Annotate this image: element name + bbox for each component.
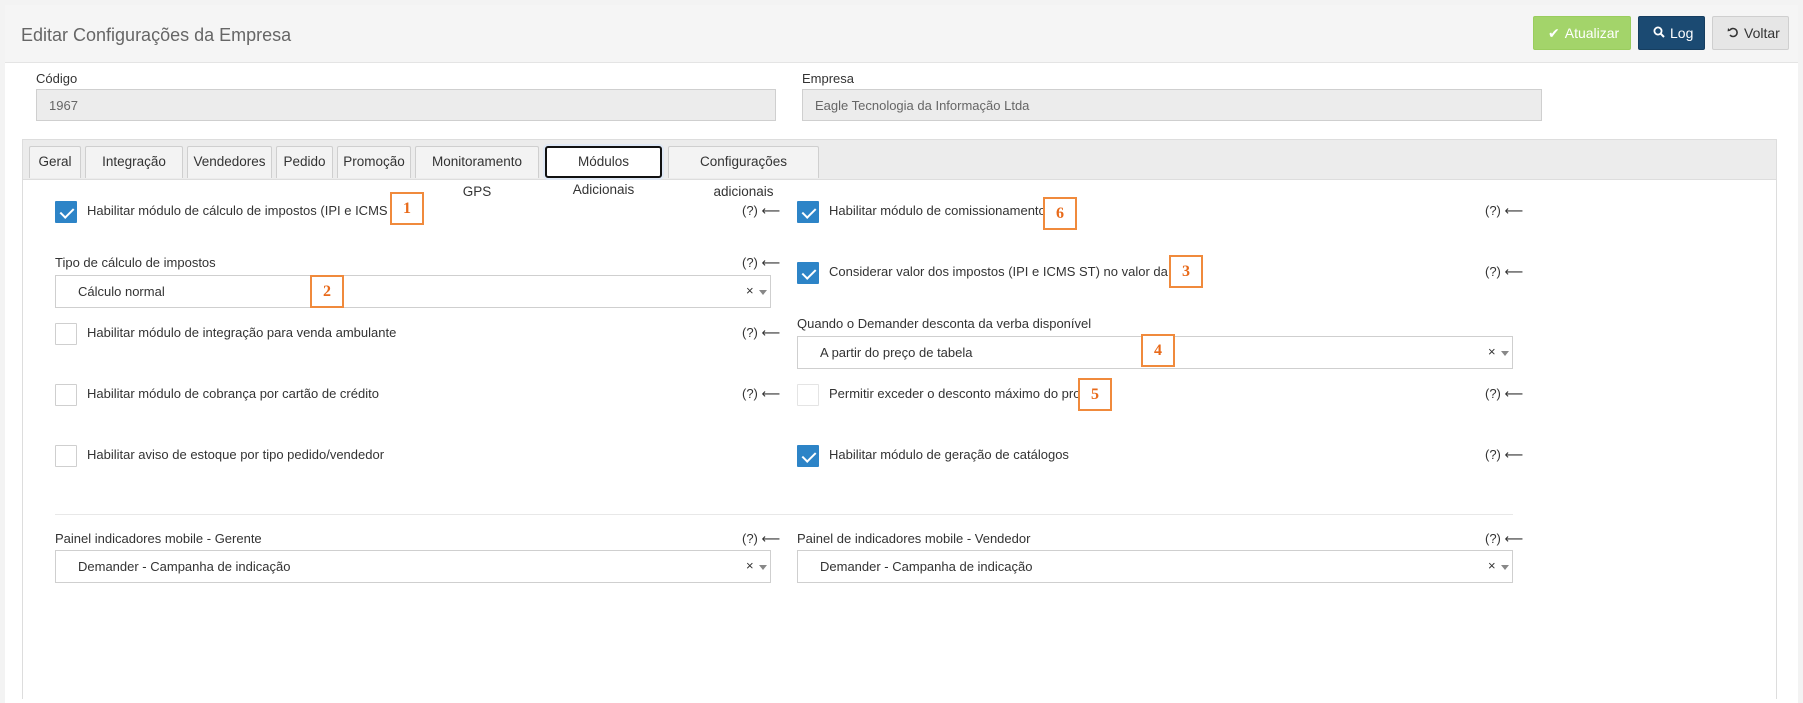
manager-panel-value: Demander - Campanha de indicação <box>78 559 291 574</box>
commission-label: Habilitar módulo de comissionamento <box>829 203 1046 218</box>
exceed-discount-label: Permitir exceder o desconto máximo do pr… <box>829 386 1106 401</box>
stock-warning-checkbox[interactable] <box>55 445 77 467</box>
street-sale-checkbox[interactable] <box>55 323 77 345</box>
page-header: Editar Configurações da Empresa ✔ Atuali… <box>5 5 1798 63</box>
stock-warning-label: Habilitar aviso de estoque por tipo pedi… <box>87 447 385 462</box>
catalogs-label: Habilitar módulo de geração de catálogos <box>829 447 1069 462</box>
street-sale-label: Habilitar módulo de integração para vend… <box>87 325 397 340</box>
credit-card-checkbox[interactable] <box>55 384 77 406</box>
annotation-6: 6 <box>1043 197 1077 230</box>
annotation-1: 1 <box>390 192 424 225</box>
help-manager-panel[interactable]: (?) ⟵ <box>742 531 780 547</box>
tab-bar: Geral Integração Vendedores Pedido Promo… <box>23 140 1776 199</box>
tab-geral[interactable]: Geral <box>29 146 81 178</box>
tax-type-value: Cálculo normal <box>78 284 165 299</box>
clear-icon[interactable]: × <box>746 283 754 298</box>
clear-icon[interactable]: × <box>1488 558 1496 573</box>
tab-promocao[interactable]: Promoção <box>337 146 411 178</box>
page-title: Editar Configurações da Empresa <box>21 25 292 45</box>
chevron-down-icon <box>759 565 767 570</box>
code-label: Código <box>36 71 78 86</box>
tax-module-checkbox[interactable] <box>55 201 77 223</box>
seller-panel-label: Painel de indicadores mobile - Vendedor <box>797 531 1031 546</box>
tax-module-label: Habilitar módulo de cálculo de impostos … <box>87 203 413 218</box>
help-credit-card[interactable]: (?) ⟵ <box>742 386 780 402</box>
tabs-container: Geral Integração Vendedores Pedido Promo… <box>22 139 1777 699</box>
tab-pedido[interactable]: Pedido <box>276 146 333 178</box>
help-tax-goal[interactable]: (?) ⟵ <box>1485 264 1523 280</box>
tab-modulos-adicionais[interactable]: Módulos Adicionais <box>545 146 662 197</box>
seller-panel-select[interactable]: Demander - Campanha de indicação × <box>797 550 1513 583</box>
chevron-down-icon <box>1501 351 1509 356</box>
help-exceed-discount[interactable]: (?) ⟵ <box>1485 386 1523 402</box>
tax-goal-checkbox[interactable] <box>797 262 819 284</box>
tab-configuracoes-adicionais[interactable]: Configurações adicionais <box>668 146 819 199</box>
search-icon <box>1653 17 1665 49</box>
help-commission[interactable]: (?) ⟵ <box>1485 203 1523 219</box>
catalogs-checkbox[interactable] <box>797 445 819 467</box>
annotation-3: 3 <box>1169 255 1203 288</box>
help-catalogs[interactable]: (?) ⟵ <box>1485 447 1523 463</box>
annotation-2: 2 <box>310 275 344 308</box>
annotation-4: 4 <box>1141 334 1175 367</box>
seller-panel-value: Demander - Campanha de indicação <box>820 559 1033 574</box>
tab-vendedores[interactable]: Vendedores <box>187 146 272 178</box>
log-button[interactable]: Log <box>1638 16 1705 50</box>
help-tax-module[interactable]: (?) ⟵ <box>742 203 780 219</box>
tax-type-label: Tipo de cálculo de impostos <box>55 255 216 270</box>
chevron-down-icon <box>1501 565 1509 570</box>
tab-integracao[interactable]: Integração <box>85 146 183 178</box>
manager-panel-label: Painel indicadores mobile - Gerente <box>55 531 262 546</box>
credit-card-label: Habilitar módulo de cobrança por cartão … <box>87 386 379 401</box>
code-field: 1967 <box>36 89 776 121</box>
tax-type-select[interactable]: Cálculo normal × <box>55 275 771 308</box>
tax-goal-label: Considerar valor dos impostos (IPI e ICM… <box>829 264 1201 279</box>
annotation-5: 5 <box>1078 378 1112 411</box>
check-icon: ✔ <box>1548 25 1560 41</box>
clear-icon[interactable]: × <box>746 558 754 573</box>
undo-icon <box>1727 17 1739 49</box>
help-seller-panel[interactable]: (?) ⟵ <box>1485 531 1523 547</box>
discount-when-label: Quando o Demander desconta da verba disp… <box>797 316 1092 331</box>
commission-checkbox[interactable] <box>797 201 819 223</box>
divider <box>55 514 1513 515</box>
manager-panel-select[interactable]: Demander - Campanha de indicação × <box>55 550 771 583</box>
update-button[interactable]: ✔ Atualizar <box>1533 16 1631 50</box>
help-street-sale[interactable]: (?) ⟵ <box>742 325 780 341</box>
help-tax-type[interactable]: (?) ⟵ <box>742 255 780 271</box>
company-label: Empresa <box>802 71 855 86</box>
tab-monitoramento-gps[interactable]: Monitoramento GPS <box>415 146 539 199</box>
chevron-down-icon <box>759 290 767 295</box>
exceed-discount-checkbox[interactable] <box>797 384 819 406</box>
clear-icon[interactable]: × <box>1488 344 1496 359</box>
back-button[interactable]: Voltar <box>1712 16 1789 50</box>
discount-when-value: A partir do preço de tabela <box>820 345 973 360</box>
company-field: Eagle Tecnologia da Informação Ltda <box>802 89 1542 121</box>
